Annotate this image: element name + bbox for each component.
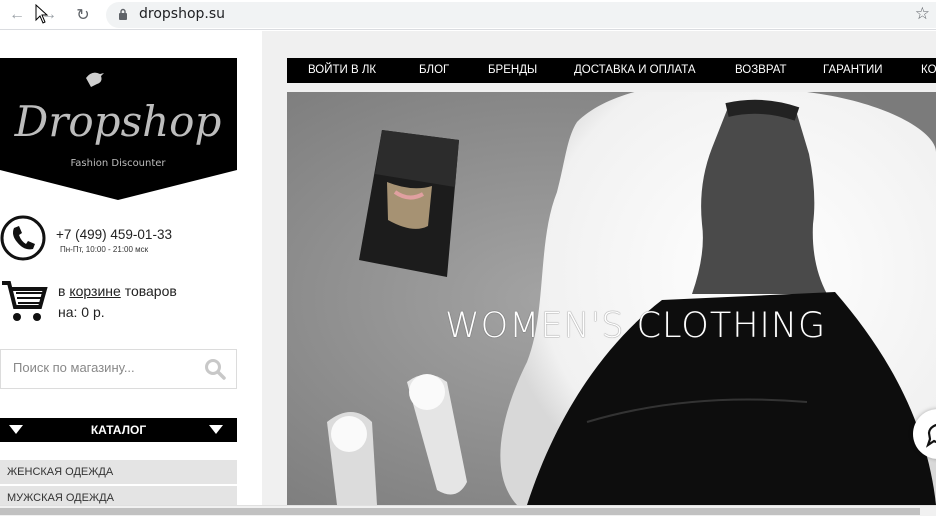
catalog-header[interactable]: КАТАЛОГ <box>0 418 237 442</box>
nav-item-contacts[interactable]: КО <box>921 64 936 76</box>
cart-prefix: в <box>58 283 66 299</box>
search-icon[interactable] <box>204 358 226 380</box>
scrollbar-thumb[interactable] <box>0 508 920 515</box>
nav-item-guarantees[interactable]: ГАРАНТИИ <box>823 64 883 76</box>
sidebar: Dropshop Fashion Discounter +7 (499) 459… <box>0 31 262 505</box>
address-bar[interactable]: dropshop.su ☆ <box>106 2 936 28</box>
lock-icon <box>119 8 127 20</box>
address-url[interactable]: dropshop.su <box>139 6 225 22</box>
search-box <box>0 349 237 389</box>
shopping-cart-icon[interactable] <box>0 279 48 323</box>
horizontal-scrollbar[interactable] <box>0 505 936 516</box>
nav-item-returns[interactable]: ВОЗВРАТ <box>735 64 787 76</box>
phone-number[interactable]: +7 (499) 459-01-33 <box>56 227 172 242</box>
working-hours: Пн-Пт, 10:00 - 21:00 мск <box>60 245 149 254</box>
nav-item-delivery[interactable]: ДОСТАВКА И ОПЛАТА <box>574 64 696 76</box>
back-button[interactable]: ← <box>6 4 28 26</box>
site-logo[interactable]: Dropshop Fashion Discounter <box>0 58 237 200</box>
nav-item-login[interactable]: ВОЙТИ В ЛК <box>308 64 376 76</box>
nav-item-blog[interactable]: БЛОГ <box>419 64 449 76</box>
bookmark-star-icon[interactable]: ☆ <box>915 4 930 24</box>
hero-banner[interactable]: WOMEN'S CLOTHING <box>287 92 936 505</box>
search-input[interactable] <box>13 360 193 375</box>
page-viewport: Dropshop Fashion Discounter +7 (499) 459… <box>0 31 936 505</box>
catalog-item-womens[interactable]: ЖЕНСКАЯ ОДЕЖДА <box>0 460 237 484</box>
hero-title: WOMEN'S CLOTHING <box>445 306 827 346</box>
cart-link[interactable]: корзине <box>69 283 120 299</box>
logo-wordmark: Dropshop <box>14 97 222 146</box>
mouse-cursor-icon <box>35 4 49 24</box>
cart-summary: в корзине товаров <box>58 283 177 299</box>
chat-bubble-icon <box>925 423 936 448</box>
reload-button[interactable]: ↻ <box>72 4 94 26</box>
catalog-item-mens[interactable]: МУЖСКАЯ ОДЕЖДА <box>0 486 237 505</box>
cart-total: на: 0 р. <box>58 304 105 320</box>
chevron-down-icon <box>209 425 223 434</box>
nav-item-brands[interactable]: БРЕНДЫ <box>488 64 537 76</box>
browser-toolbar: ← → ↻ dropshop.su ☆ <box>0 0 936 30</box>
phone-icon <box>0 215 46 261</box>
catalog-title: КАТАЛОГ <box>90 423 147 437</box>
reload-icon: ↻ <box>76 7 90 24</box>
arrow-left-icon: ← <box>9 6 25 23</box>
hero-image <box>287 92 936 505</box>
logo-tagline: Fashion Discounter <box>70 158 166 169</box>
top-navigation: ВОЙТИ В ЛК БЛОГ БРЕНДЫ ДОСТАВКА И ОПЛАТА… <box>287 58 936 83</box>
cart-suffix: товаров <box>124 283 177 299</box>
